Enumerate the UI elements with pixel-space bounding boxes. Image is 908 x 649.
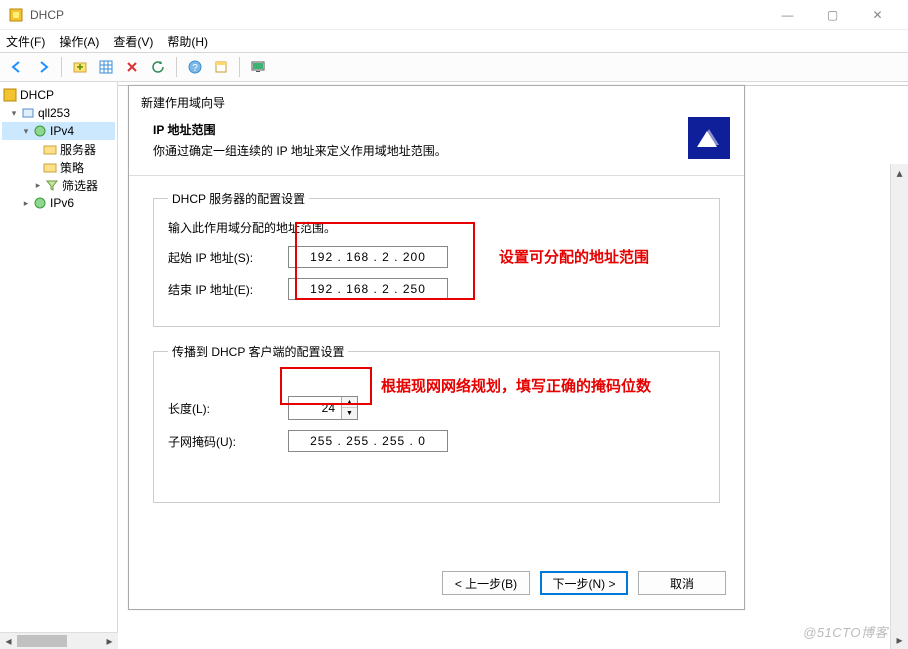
tree-label: DHCP [20, 88, 54, 102]
client-config-section: 传播到 DHCP 客户端的配置设置 长度(L): 24 ▲ ▼ 子网掩码(U):… [153, 343, 720, 503]
tree-panel: DHCP ▾ qll253 ▾ IPv4 服务器 策略 ▸ 筛选器 ▸ IP [0, 82, 118, 649]
tree-label: 服务器 [60, 141, 96, 158]
menu-bar: 文件(F) 操作(A) 查看(V) 帮助(H) [0, 30, 908, 52]
new-scope-wizard-dialog: 新建作用域向导 IP 地址范围 你通过确定一组连续的 IP 地址来定义作用域地址… [128, 85, 745, 610]
client-config-group: 传播到 DHCP 客户端的配置设置 长度(L): 24 ▲ ▼ 子网掩码(U):… [153, 343, 720, 503]
toolbar-separator [239, 57, 240, 77]
length-row: 长度(L): 24 ▲ ▼ [168, 396, 705, 420]
vertical-scrollbar[interactable]: ▴ ▸ [890, 164, 908, 649]
spinner-arrows[interactable]: ▲ ▼ [341, 397, 357, 419]
twisty-icon[interactable]: ▸ [20, 198, 32, 209]
start-ip-label: 起始 IP 地址(S): [168, 249, 288, 266]
next-button[interactable]: 下一步(N) > [540, 571, 628, 595]
watermark-text: @51CTO博客 [803, 622, 888, 641]
subnet-mask-label: 子网掩码(U): [168, 433, 288, 450]
toolbar-grid-icon[interactable] [95, 56, 117, 78]
toolbar-delete-icon[interactable] [121, 56, 143, 78]
annotation-text: 设置可分配的地址范围 [499, 246, 649, 267]
group-legend: 传播到 DHCP 客户端的配置设置 [168, 343, 348, 360]
wizard-banner-icon [688, 117, 730, 159]
window-title: DHCP [30, 8, 765, 22]
tree-label: IPv6 [50, 196, 74, 210]
window-buttons: — ▢ ✕ [765, 1, 900, 29]
group-instruction: 输入此作用域分配的地址范围。 [168, 219, 705, 236]
tree-root-dhcp[interactable]: DHCP [2, 86, 115, 104]
scroll-down-icon[interactable]: ▸ [891, 631, 908, 649]
cancel-button[interactable]: 取消 [638, 571, 726, 595]
tree-server[interactable]: ▾ qll253 [2, 104, 115, 122]
tree-label: 筛选器 [62, 177, 98, 194]
titlebar: DHCP — ▢ ✕ [0, 0, 908, 30]
spinner-up-icon[interactable]: ▲ [342, 397, 357, 408]
length-label: 长度(L): [168, 400, 288, 417]
filter-icon [44, 177, 60, 193]
back-button[interactable]: < 上一步(B) [442, 571, 530, 595]
address-range-section: DHCP 服务器的配置设置 输入此作用域分配的地址范围。 起始 IP 地址(S)… [153, 190, 720, 327]
length-spinner[interactable]: 24 ▲ ▼ [288, 396, 358, 420]
group-legend: DHCP 服务器的配置设置 [168, 190, 309, 207]
toolbar: ? [0, 52, 908, 82]
end-ip-row: 结束 IP 地址(E): 192 . 168 . 2 . 250 [168, 278, 705, 300]
tree-ipv6[interactable]: ▸ IPv6 [2, 194, 115, 212]
tree-label: 策略 [60, 159, 84, 176]
folder-icon [42, 159, 58, 175]
twisty-icon[interactable]: ▾ [20, 126, 32, 137]
server-icon [20, 105, 36, 121]
toolbar-properties-icon[interactable] [210, 56, 232, 78]
subheader-text: IP 地址范围 你通过确定一组连续的 IP 地址来定义作用域地址范围。 [153, 121, 680, 159]
dialog-header: 新建作用域向导 [129, 86, 744, 111]
tree-label: IPv4 [50, 124, 74, 138]
section-description: 你通过确定一组连续的 IP 地址来定义作用域地址范围。 [153, 142, 680, 159]
minimize-button[interactable]: — [765, 1, 810, 29]
toolbar-monitor-icon[interactable] [247, 56, 269, 78]
spinner-down-icon[interactable]: ▼ [342, 408, 357, 419]
menu-view[interactable]: 查看(V) [113, 33, 153, 50]
tree-filters[interactable]: ▸ 筛选器 [2, 176, 115, 194]
scroll-thumb[interactable] [17, 635, 67, 647]
horizontal-scrollbar[interactable]: ◂ ▸ [0, 632, 118, 649]
length-value: 24 [289, 401, 341, 415]
twisty-icon[interactable]: ▸ [32, 180, 44, 191]
subnet-mask-row: 子网掩码(U): 255 . 255 . 255 . 0 [168, 430, 705, 452]
toolbar-help-icon[interactable]: ? [184, 56, 206, 78]
tree-policies[interactable]: 策略 [2, 158, 115, 176]
start-ip-input[interactable]: 192 . 168 . 2 . 200 [288, 246, 448, 268]
close-button[interactable]: ✕ [855, 1, 900, 29]
end-ip-label: 结束 IP 地址(E): [168, 281, 288, 298]
folder-icon [42, 141, 58, 157]
tree-server-options[interactable]: 服务器 [2, 140, 115, 158]
end-ip-input[interactable]: 192 . 168 . 2 . 250 [288, 278, 448, 300]
maximize-button[interactable]: ▢ [810, 1, 855, 29]
section-title: IP 地址范围 [153, 121, 680, 138]
subnet-mask-input[interactable]: 255 . 255 . 255 . 0 [288, 430, 448, 452]
dialog-button-row: < 上一步(B) 下一步(N) > 取消 [442, 571, 726, 595]
toolbar-separator [176, 57, 177, 77]
scroll-track [67, 633, 101, 649]
back-button[interactable] [6, 56, 28, 78]
menu-action[interactable]: 操作(A) [59, 33, 99, 50]
toolbar-add-icon[interactable] [69, 56, 91, 78]
forward-button[interactable] [32, 56, 54, 78]
toolbar-refresh-icon[interactable] [147, 56, 169, 78]
wizard-title: 新建作用域向导 [141, 96, 225, 110]
menu-file[interactable]: 文件(F) [6, 33, 45, 50]
dialog-subheader: IP 地址范围 你通过确定一组连续的 IP 地址来定义作用域地址范围。 [129, 111, 744, 167]
toolbar-separator [61, 57, 62, 77]
dhcp-icon [2, 87, 18, 103]
dialog-body: DHCP 服务器的配置设置 输入此作用域分配的地址范围。 起始 IP 地址(S)… [129, 176, 744, 533]
ipv6-icon [32, 195, 48, 211]
annotation-text: 根据现网网络规划，填写正确的掩码位数 [381, 375, 651, 396]
ipv4-icon [32, 123, 48, 139]
menu-help[interactable]: 帮助(H) [167, 33, 208, 50]
tree-ipv4[interactable]: ▾ IPv4 [2, 122, 115, 140]
tree-label: qll253 [38, 106, 70, 120]
twisty-icon[interactable]: ▾ [8, 108, 20, 119]
svg-text:?: ? [192, 63, 198, 74]
app-icon [8, 7, 24, 23]
scroll-right-icon[interactable]: ▸ [101, 633, 118, 649]
scroll-left-icon[interactable]: ◂ [0, 633, 17, 649]
scroll-up-icon[interactable]: ▴ [891, 164, 908, 182]
